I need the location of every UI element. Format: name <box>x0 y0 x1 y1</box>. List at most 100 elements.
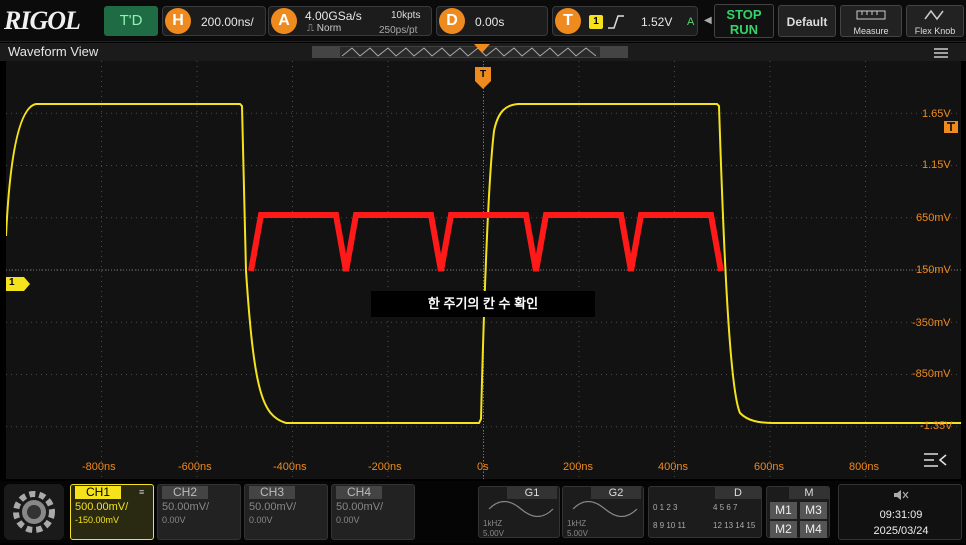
x-label-8: 600ns <box>754 461 784 473</box>
acq-mode: ⎍ Norm <box>307 23 342 34</box>
run-label: RUN <box>729 22 759 37</box>
delay-value: 0.00s <box>475 15 505 29</box>
digital-bits-4-7: 4 5 6 7 <box>713 503 738 512</box>
delay-panel[interactable]: D 0.00s <box>436 6 548 36</box>
sample-rate: 4.00GSa/s <box>305 9 362 23</box>
horizontal-panel[interactable]: H 200.00ns/ <box>162 6 266 36</box>
flex-knob-button[interactable]: Flex Knob <box>906 5 964 37</box>
math-label: M <box>789 487 829 499</box>
t-icon: T <box>555 8 581 34</box>
trigger-status: A <box>687 16 695 28</box>
ch1-panel[interactable]: CH1 ≡ 500.00mV/ -150.00mV <box>70 484 154 540</box>
waveform-view-title: Waveform View <box>8 44 99 59</box>
collapse-left-icon[interactable]: ◀ <box>704 6 712 36</box>
collapse-menu-icon[interactable] <box>922 451 948 469</box>
math-panel[interactable]: M M1 M3 M2 M4 <box>766 486 830 538</box>
x-label-5: 0s <box>477 461 489 473</box>
y-label-2: 1.15V <box>922 159 951 171</box>
top-toolbar: RIGOL T'D H 200.00ns/ A 4.00GSa/s 10kpts… <box>0 0 966 42</box>
sine-icon <box>488 501 554 517</box>
trigger-panel[interactable]: T 1 1.52V A <box>552 6 698 36</box>
x-label-6: 200ns <box>563 461 593 473</box>
g1-panel[interactable]: G1 1kHZ 5.00V <box>478 486 560 538</box>
trigger-level: 1.52V <box>641 15 673 29</box>
trigger-position-marker-top <box>474 44 490 53</box>
g1-amplitude: 5.00V <box>483 529 504 538</box>
acquire-panel[interactable]: A 4.00GSa/s 10kpts ⎍ Norm 250ps/pt <box>268 6 432 36</box>
annotation-label: 한 주기의 칸 수 확인 <box>371 291 595 317</box>
ch2-panel[interactable]: CH2 50.00mV/ 0.00V <box>157 484 241 540</box>
x-label-2: -600ns <box>178 461 212 473</box>
measure-label: Measure <box>853 26 889 36</box>
knob-icon <box>924 9 944 21</box>
g1-frequency: 1kHZ <box>483 519 503 528</box>
m3-button[interactable]: M3 <box>800 502 827 519</box>
a-icon: A <box>271 8 297 34</box>
ch1-coupling-icon: ≡ <box>139 487 145 497</box>
waveform-view-titlebar: Waveform View <box>0 43 966 61</box>
ch3-scale: 50.00mV/ <box>249 501 297 513</box>
digital-label: D <box>715 487 761 499</box>
digital-bits-12-15: 12 13 14 15 <box>713 521 756 530</box>
gear-icon <box>13 491 55 533</box>
status-panel: 09:31:09 2025/03/24 <box>838 484 962 540</box>
g1-label: G1 <box>507 487 557 499</box>
clock-date: 2025/03/24 <box>873 525 929 537</box>
x-label-4: -200ns <box>368 461 402 473</box>
trigger-time-marker[interactable]: T <box>475 67 491 91</box>
y-label-5: -350mV <box>912 317 951 329</box>
clock-time: 09:31:09 <box>879 509 923 521</box>
y-label-7: -1.35V <box>920 420 953 432</box>
x-label-3: -400ns <box>273 461 307 473</box>
x-label-7: 400ns <box>658 461 688 473</box>
stop-label: STOP <box>726 7 762 22</box>
trigger-level-marker[interactable] <box>944 121 958 133</box>
ch2-offset: 0.00V <box>162 515 186 525</box>
d-icon: D <box>439 8 465 34</box>
g2-panel[interactable]: G2 1kHZ 5.00V <box>562 486 644 538</box>
ch4-scale: 50.00mV/ <box>336 501 384 513</box>
memory-overview[interactable] <box>312 46 628 58</box>
ch1-offset: -150.00mV <box>75 515 120 525</box>
digital-panel[interactable]: D 0 1 2 3 4 5 6 7 8 9 10 11 12 13 14 15 <box>648 486 762 538</box>
ch1-marker-label: 1 <box>9 277 15 288</box>
m4-button[interactable]: M4 <box>800 521 827 538</box>
home-button[interactable] <box>4 484 64 540</box>
ch2-label: CH2 <box>162 486 208 499</box>
ch1-label: CH1 <box>75 486 121 499</box>
ch1-scale: 500.00mV/ <box>75 501 129 513</box>
ch3-label: CH3 <box>249 486 295 499</box>
mute-icon[interactable] <box>893 489 909 501</box>
g2-amplitude: 5.00V <box>567 529 588 538</box>
timebase-value: 200.00ns/ <box>201 15 254 29</box>
ch1-offset-marker[interactable]: 1 <box>6 277 30 291</box>
y-label-1: 1.65V <box>922 108 951 120</box>
x-label-9: 800ns <box>849 461 879 473</box>
ch4-panel[interactable]: CH4 50.00mV/ 0.00V <box>331 484 415 540</box>
stop-run-button[interactable]: STOP RUN <box>714 4 774 38</box>
mode-indicator[interactable]: T'D <box>104 6 158 36</box>
rising-edge-icon <box>608 15 624 29</box>
rigol-logo: RIGOL <box>4 6 81 35</box>
y-label-4: 150mV <box>916 264 951 276</box>
measure-button[interactable]: Measure <box>840 5 902 37</box>
waveform-grid[interactable]: T 1 1.65V 1.15V 650mV 150mV -350mV -850m… <box>6 61 961 479</box>
m1-button[interactable]: M1 <box>770 502 797 519</box>
trigger-marker-label: T <box>479 69 487 80</box>
g2-frequency: 1kHZ <box>567 519 587 528</box>
ch4-offset: 0.00V <box>336 515 360 525</box>
default-button[interactable]: Default <box>778 5 836 37</box>
h-icon: H <box>165 8 191 34</box>
ch3-offset: 0.00V <box>249 515 273 525</box>
m2-button[interactable]: M2 <box>770 521 797 538</box>
sine-icon <box>572 501 638 517</box>
ch3-panel[interactable]: CH3 50.00mV/ 0.00V <box>244 484 328 540</box>
resolution: 250ps/pt <box>379 25 418 36</box>
menu-icon[interactable] <box>932 47 950 59</box>
flex-knob-label: Flex Knob <box>914 26 956 36</box>
ch4-label: CH4 <box>336 486 382 499</box>
digital-bits-0-3: 0 1 2 3 <box>653 503 678 512</box>
ch2-scale: 50.00mV/ <box>162 501 210 513</box>
grid-lines <box>6 61 961 479</box>
digital-bits-8-11: 8 9 10 11 <box>653 521 686 530</box>
